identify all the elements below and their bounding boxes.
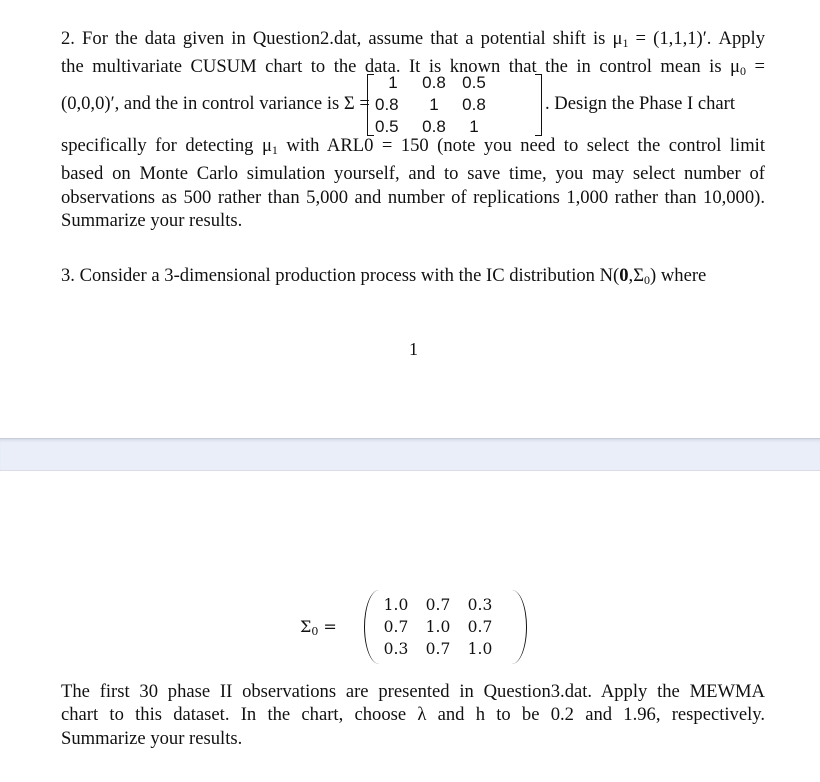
- matrix-cell: 1.0: [425, 618, 451, 636]
- question-3-paragraph: The first 30 phase II observations are p…: [61, 680, 765, 750]
- matrix-cell: 0.8: [462, 95, 486, 114]
- q2-text: with ARL0 = 150 (note you need to select…: [277, 135, 765, 156]
- q2-text: specifically for detecting μ: [61, 135, 272, 156]
- q3-line-3: Summarize your results.: [61, 727, 243, 749]
- page-separator: [0, 438, 820, 471]
- q2-line-4: specifically for detecting μ1 with ARL0 …: [61, 134, 765, 162]
- sigma-symbol: Σ: [300, 617, 312, 636]
- q3-text: ) where: [650, 265, 707, 286]
- matrix-cell: 1.0: [467, 640, 493, 658]
- q2-line-7: Summarize your results.: [61, 209, 243, 231]
- matrix-cell: 0.7: [467, 618, 493, 636]
- question-2-paragraph-bottom: specifically for detecting μ1 with ARL0 …: [61, 134, 765, 232]
- q3-line-2: chart to this dataset. In the chart, cho…: [61, 704, 765, 726]
- sigma0-matrix: Σ0 = 1.0 0.7 0.3 0.7 1.0 0.7 0.3 0.7 1.0: [300, 588, 530, 666]
- bold-zero-vector: 0: [619, 265, 629, 286]
- right-paren: [512, 590, 527, 664]
- matrix-cell: 0.7: [383, 618, 409, 636]
- matrix-cell: 1: [429, 95, 439, 114]
- sigma-matrix-grid: 1 0.8 0.5 0.8 1 0.8 0.5 0.8 1: [373, 72, 493, 138]
- matrix-cell: 1: [388, 73, 398, 92]
- matrix-cell: 0.3: [467, 596, 493, 614]
- matrix-cell: 0.8: [422, 73, 446, 92]
- equals-sign: =: [318, 617, 337, 636]
- right-bracket: [535, 74, 542, 136]
- sigma0-matrix-grid: 1.0 0.7 0.3 0.7 1.0 0.7 0.3 0.7 1.0: [376, 594, 500, 660]
- sigma0-label: Σ0 =: [300, 617, 337, 638]
- q3-line-1: The first 30 phase II observations are p…: [61, 681, 765, 702]
- q3-text: 3. Consider a 3-dimensional production p…: [61, 265, 620, 286]
- q2-text: = (1,1,1)′. Apply: [628, 28, 766, 49]
- matrix-cell: 0.7: [425, 596, 451, 614]
- sigma-matrix: 1 0.8 0.5 0.8 1 0.8 0.5 0.8 1: [367, 70, 542, 138]
- q2-text: 2. For the data given in Question2.dat, …: [61, 28, 623, 49]
- matrix-cell: 0.8: [375, 95, 399, 114]
- page-number: 1: [409, 339, 418, 359]
- q2-line-5: based on Monte Carlo simulation yourself…: [61, 163, 765, 185]
- matrix-cell: 0.7: [425, 640, 451, 658]
- q2-text: (0,0,0)′, and the in control variance is…: [61, 93, 370, 114]
- matrix-cell: 1.0: [383, 596, 409, 614]
- matrix-cell: 0.3: [383, 640, 409, 658]
- document-page-1: 2. For the data given in Question2.dat, …: [0, 0, 820, 438]
- q2-text: . Design the Phase I chart: [545, 93, 736, 114]
- q2-text: =: [746, 56, 766, 78]
- q2-line-6: observations as 500 rather than 5,000 an…: [61, 186, 765, 208]
- matrix-cell: 0.5: [462, 73, 486, 92]
- q2-line-1: 2. For the data given in Question2.dat, …: [61, 27, 765, 55]
- q3-text: ,Σ: [628, 265, 645, 286]
- q3-intro-line: 3. Consider a 3-dimensional production p…: [61, 264, 765, 292]
- question-3-intro: 3. Consider a 3-dimensional production p…: [61, 264, 765, 292]
